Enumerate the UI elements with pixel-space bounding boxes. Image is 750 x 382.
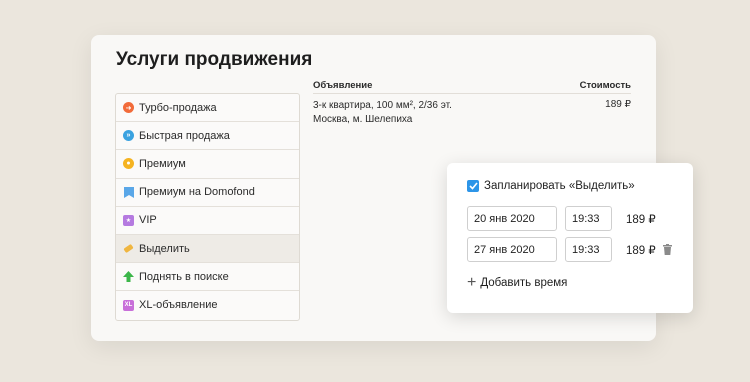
premium-icon: ● bbox=[123, 158, 134, 170]
plus-icon: + bbox=[467, 274, 477, 291]
menu-item-label: Выделить bbox=[139, 242, 190, 255]
menu-item-label: Премиум на Domofond bbox=[139, 186, 255, 199]
add-time-button[interactable]: + Добавить время bbox=[467, 274, 568, 291]
add-time-label: Добавить время bbox=[480, 277, 568, 289]
schedule-label: Запланировать «Выделить» bbox=[484, 180, 635, 192]
schedule-popup: Запланировать «Выделить» 20 янв 2020 19:… bbox=[447, 163, 693, 313]
menu-item-highlight[interactable]: Выделить bbox=[116, 234, 299, 264]
row-price: 189 ₽ bbox=[626, 213, 656, 226]
ad-price: 189 ₽ bbox=[605, 99, 631, 110]
xl-icon: XL bbox=[123, 299, 134, 311]
turbo-icon: ➜ bbox=[123, 102, 134, 114]
vip-icon: ★ bbox=[123, 214, 134, 226]
menu-item-premium[interactable]: ● Премиум bbox=[116, 150, 299, 179]
table-divider bbox=[313, 93, 631, 94]
menu-item-label: Быстрая продажа bbox=[139, 129, 230, 142]
menu-item-label: XL-объявление bbox=[139, 299, 218, 312]
services-menu: ➜ Турбо-продажа » Быстрая продажа ● Прем… bbox=[115, 93, 300, 321]
date-input[interactable]: 20 янв 2020 bbox=[467, 206, 557, 231]
quick-sale-icon: » bbox=[123, 130, 134, 142]
ad-description: 3-к квартира, 100 мм², 2/36 эт. Москва, … bbox=[313, 99, 452, 127]
checkbox-checked-icon[interactable] bbox=[467, 180, 479, 192]
menu-item-raise-in-search[interactable]: Поднять в поиске bbox=[116, 263, 299, 292]
trash-icon[interactable] bbox=[662, 244, 672, 255]
domofond-flag-icon bbox=[123, 186, 134, 198]
time-input[interactable]: 19:33 bbox=[565, 206, 612, 231]
panel-title: Услуги продвижения bbox=[116, 49, 313, 70]
menu-item-label: Премиум bbox=[139, 157, 186, 170]
menu-item-quick-sale[interactable]: » Быстрая продажа bbox=[116, 122, 299, 151]
menu-item-xl[interactable]: XL XL-объявление bbox=[116, 291, 299, 319]
schedule-row: 20 янв 2020 19:33 189 ₽ bbox=[467, 206, 656, 231]
menu-item-vip[interactable]: ★ VIP bbox=[116, 207, 299, 235]
schedule-row: 27 янв 2020 19:33 189 ₽ bbox=[467, 237, 672, 262]
menu-item-turbo[interactable]: ➜ Турбо-продажа bbox=[116, 94, 299, 123]
ad-title: 3-к квартира, 100 мм², 2/36 эт. bbox=[313, 100, 452, 111]
highlight-icon bbox=[123, 243, 134, 254]
ad-location: Москва, м. Шелепиха bbox=[313, 114, 413, 125]
menu-item-premium-domofond[interactable]: Премиум на Domofond bbox=[116, 179, 299, 207]
time-input[interactable]: 19:33 bbox=[565, 237, 612, 262]
menu-item-label: Турбо-продажа bbox=[139, 101, 217, 114]
menu-item-label: Поднять в поиске bbox=[139, 270, 229, 283]
row-price: 189 ₽ bbox=[626, 244, 656, 257]
menu-item-label: VIP bbox=[139, 214, 157, 227]
schedule-toggle[interactable]: Запланировать «Выделить» bbox=[467, 180, 635, 192]
column-header-ad: Объявление bbox=[313, 80, 373, 91]
date-input[interactable]: 27 янв 2020 bbox=[467, 237, 557, 262]
arrow-up-icon bbox=[123, 271, 134, 283]
column-header-cost: Стоимость bbox=[579, 80, 631, 91]
